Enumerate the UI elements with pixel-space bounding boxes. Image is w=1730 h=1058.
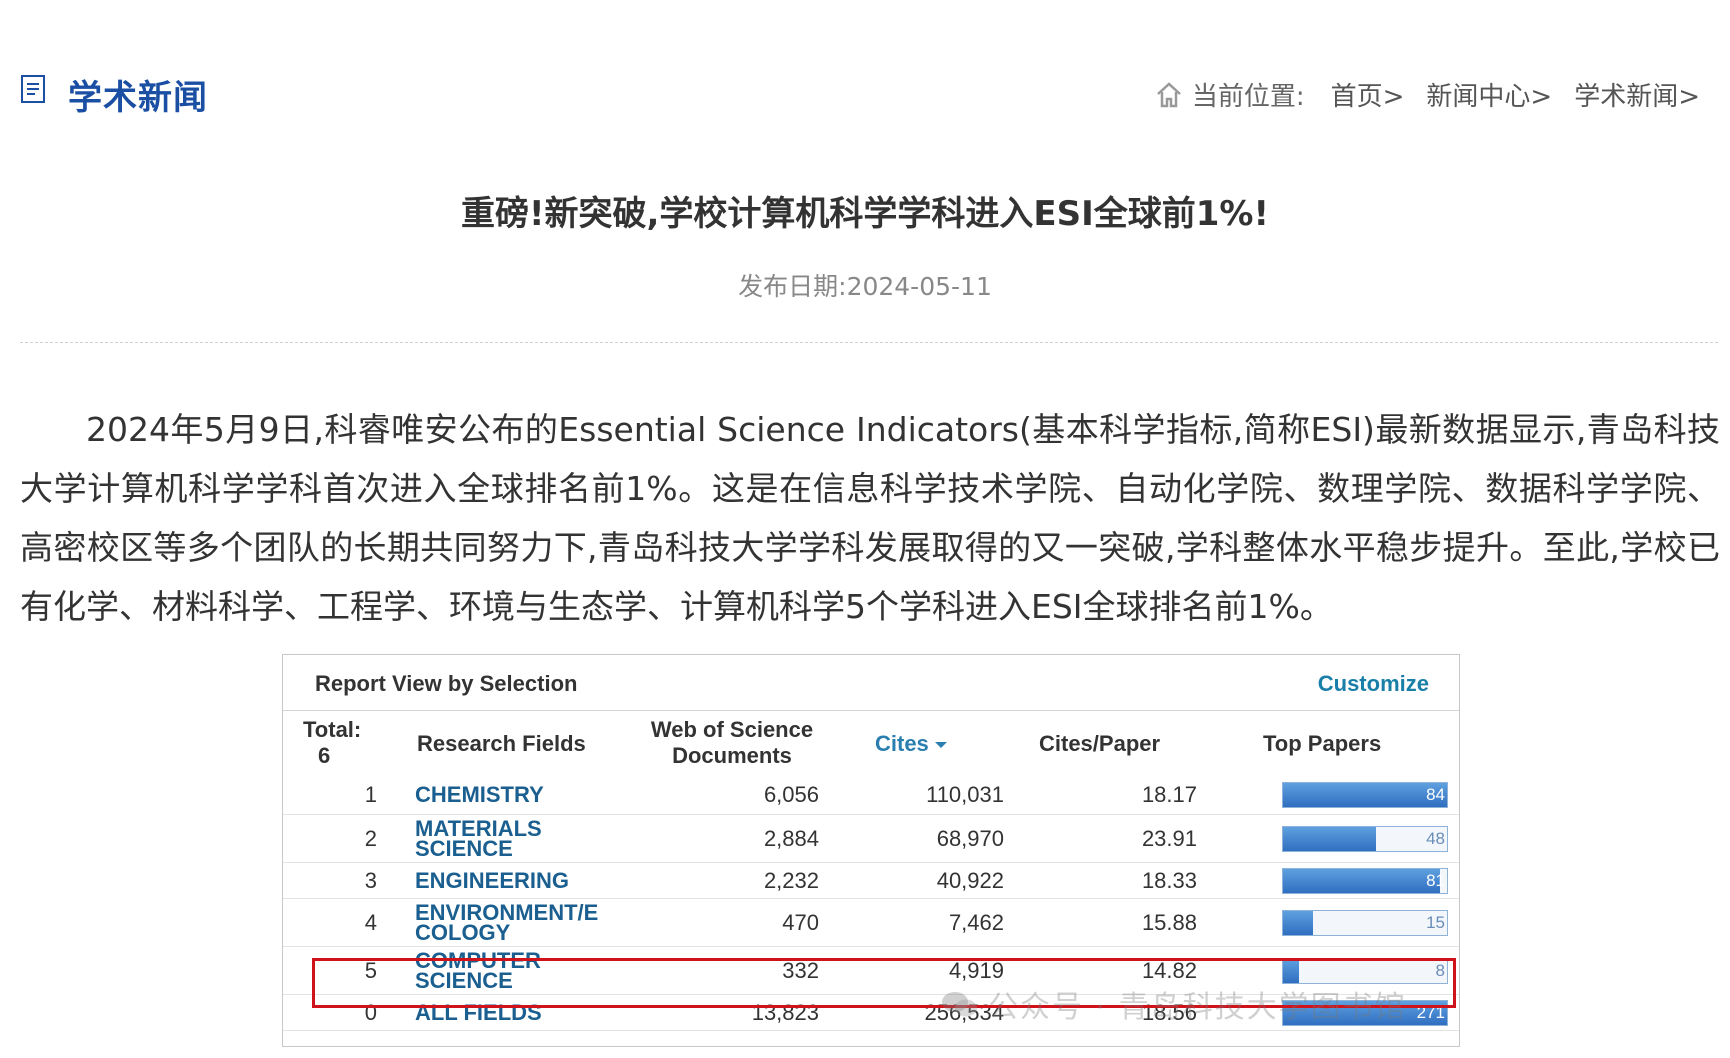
cites-per-paper-value: 15.88 <box>1141 910 1197 935</box>
top-papers-value: 48 <box>1426 829 1445 848</box>
article-title: 重磅!新突破,学校计算机科学学科进入ESI全球前1%! <box>460 194 1269 234</box>
top-papers-bar: 271 <box>1282 1000 1448 1026</box>
esi-column-headers: Total: 6 Research Fields Web of Science … <box>283 711 1459 775</box>
research-field-link[interactable]: ENVIRONMENT/E COLOGY <box>415 902 598 945</box>
table-row: 0 ALL FIELDS 13,823 256,534 18.56 271 <box>283 995 1459 1031</box>
total-header: Total: 6 <box>303 717 361 769</box>
research-field-link[interactable]: MATERIALS SCIENCE <box>415 818 542 861</box>
top-papers-bar: 48 <box>1282 826 1448 852</box>
row-rank: 0 <box>364 1000 377 1025</box>
cites-header-label: Cites <box>875 731 929 756</box>
top-papers-value: 15 <box>1426 913 1445 932</box>
cites-per-paper-value: 14.82 <box>1141 958 1197 983</box>
research-field-link[interactable]: CHEMISTRY <box>415 782 544 807</box>
total-value: 6 <box>318 743 331 768</box>
esi-report-table: Report View by Selection Customize Total… <box>282 654 1460 1047</box>
field-name-line1: ENGINEERING <box>415 868 570 893</box>
docs-header: Web of Science Documents <box>637 717 827 769</box>
table-row: 2 MATERIALS SCIENCE 2,884 68,970 23.91 48 <box>283 815 1459 863</box>
top-papers-bar-fill <box>1283 959 1299 983</box>
row-rank: 5 <box>364 958 377 983</box>
docs-header-line2: Documents <box>672 743 792 768</box>
cites-per-paper-value: 23.91 <box>1141 826 1197 851</box>
docs-value: 2,232 <box>763 868 819 893</box>
table-row: 5 COMPUTER SCIENCE 332 4,919 14.82 8 <box>283 947 1459 995</box>
breadcrumb-label: 当前位置: <box>1191 82 1305 112</box>
top-papers-value: 84 <box>1426 785 1445 804</box>
top-papers-bar-fill <box>1283 911 1313 935</box>
research-field-link[interactable]: ENGINEERING <box>415 868 570 893</box>
row-rank: 4 <box>364 910 377 935</box>
field-name-line1: CHEMISTRY <box>415 782 544 807</box>
field-name-line2: SCIENCE <box>415 836 513 861</box>
cites-value: 68,970 <box>936 826 1004 851</box>
customize-link[interactable]: Customize <box>1318 671 1429 697</box>
breadcrumb-home[interactable]: 首页> <box>1331 76 1405 113</box>
research-field-link[interactable]: COMPUTER SCIENCE <box>415 950 541 993</box>
docs-header-line1: Web of Science <box>650 717 814 742</box>
article-body: 2024年5月9日,科睿唯安公布的Essential Science Indic… <box>20 410 1720 626</box>
cites-value: 110,031 <box>926 782 1004 807</box>
docs-value: 6,056 <box>763 782 819 807</box>
table-row: 4 ENVIRONMENT/E COLOGY 470 7,462 15.88 15 <box>283 899 1459 947</box>
cites-per-paper-value: 18.56 <box>1141 1000 1197 1025</box>
docs-value: 13,823 <box>751 1000 819 1025</box>
home-icon <box>1157 81 1181 107</box>
esi-table-body: 1 CHEMISTRY 6,056 110,031 18.17 84 2 MATERIALS S… <box>283 775 1459 1031</box>
publish-date: 发布日期:2024-05-11 <box>0 267 1730 303</box>
top-papers-bar-fill <box>1283 783 1447 807</box>
publish-date-label: 发布日期: <box>738 272 847 301</box>
top-papers-bar: 15 <box>1282 910 1448 936</box>
breadcrumb-academic-news[interactable]: 学术新闻> <box>1574 76 1700 113</box>
row-rank: 2 <box>364 826 377 851</box>
docs-value: 332 <box>782 958 819 983</box>
caret-down-icon <box>934 742 947 749</box>
page-header: 学术新闻 当前位置: 首页> 新闻中心> 学术新闻> <box>0 0 1730 140</box>
cites-per-paper-header: Cites/Paper <box>1039 731 1161 756</box>
row-rank: 3 <box>364 868 377 893</box>
field-name-line2: COLOGY <box>415 920 511 945</box>
top-papers-bar: 81 <box>1282 868 1448 894</box>
document-icon <box>21 75 45 103</box>
top-papers-bar: 8 <box>1282 958 1448 984</box>
research-field-link[interactable]: ALL FIELDS <box>415 1000 542 1025</box>
cites-per-paper-value: 18.17 <box>1141 782 1197 807</box>
field-name-line1: ALL FIELDS <box>415 1000 542 1025</box>
top-papers-bar: 84 <box>1282 782 1448 808</box>
section-title: 学术新闻 <box>68 78 208 118</box>
top-papers-bar-fill <box>1283 869 1441 893</box>
cites-value: 7,462 <box>948 910 1004 935</box>
cites-per-paper-value: 18.33 <box>1141 868 1197 893</box>
breadcrumb-news-center[interactable]: 新闻中心> <box>1426 76 1552 113</box>
breadcrumb: 当前位置: 首页> 新闻中心> 学术新闻> <box>1154 76 1700 113</box>
cites-value: 256,534 <box>924 1000 1004 1025</box>
divider <box>20 342 1718 343</box>
table-row: 1 CHEMISTRY 6,056 110,031 18.17 84 <box>283 775 1459 815</box>
total-label: Total: <box>303 717 362 742</box>
top-papers-value: 8 <box>1435 961 1445 980</box>
cites-value: 40,922 <box>936 868 1004 893</box>
research-fields-header: Research Fields <box>417 731 586 756</box>
docs-value: 2,884 <box>763 826 819 851</box>
esi-report-header: Report View by Selection Customize <box>283 655 1459 711</box>
cites-value: 4,919 <box>948 958 1004 983</box>
field-name-line2: SCIENCE <box>415 968 513 993</box>
cites-sort-header[interactable]: Cites <box>875 731 947 757</box>
top-papers-value: 81 <box>1426 871 1445 890</box>
row-rank: 1 <box>364 782 377 807</box>
docs-value: 470 <box>782 910 819 935</box>
top-papers-value: 271 <box>1416 1003 1445 1022</box>
esi-report-title: Report View by Selection <box>315 671 578 696</box>
table-row: 3 ENGINEERING 2,232 40,922 18.33 81 <box>283 863 1459 899</box>
publish-date-value: 2024-05-11 <box>846 272 992 301</box>
top-papers-bar-fill <box>1283 827 1377 851</box>
top-papers-header: Top Papers <box>1263 731 1382 756</box>
